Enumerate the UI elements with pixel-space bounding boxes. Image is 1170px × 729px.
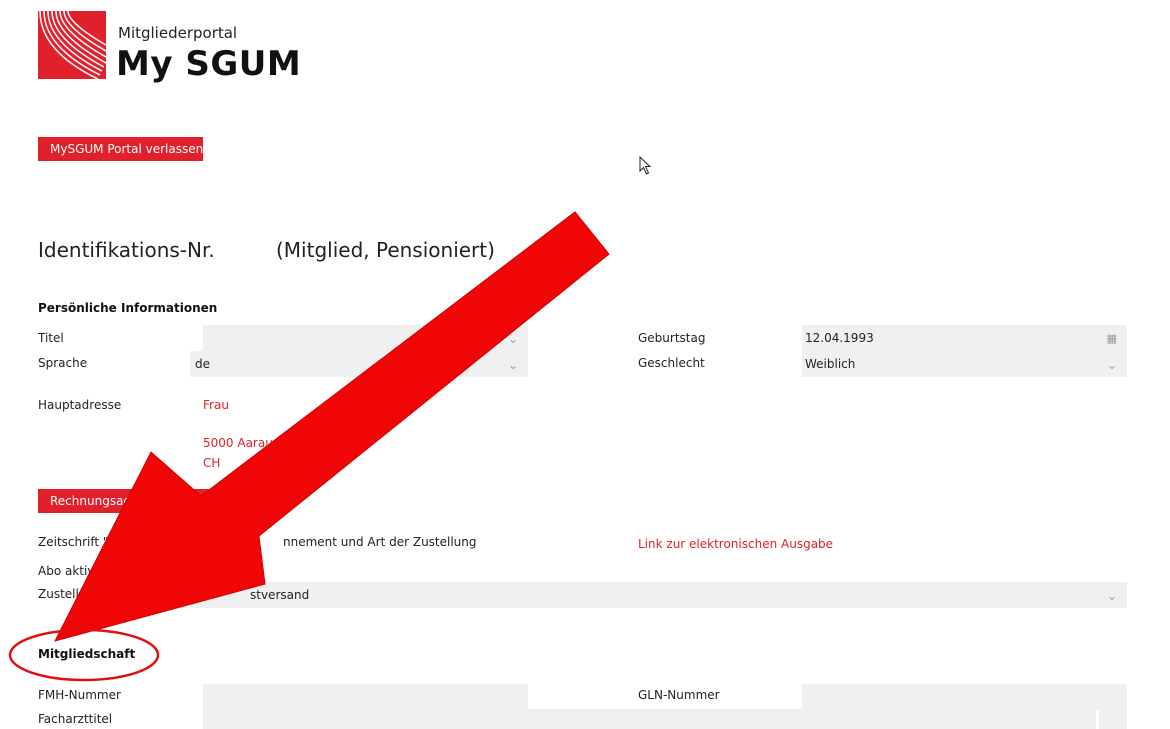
annotation-overlay	[8, 211, 610, 682]
annotation-ellipse	[8, 628, 160, 682]
annotation-arrow	[54, 211, 610, 642]
